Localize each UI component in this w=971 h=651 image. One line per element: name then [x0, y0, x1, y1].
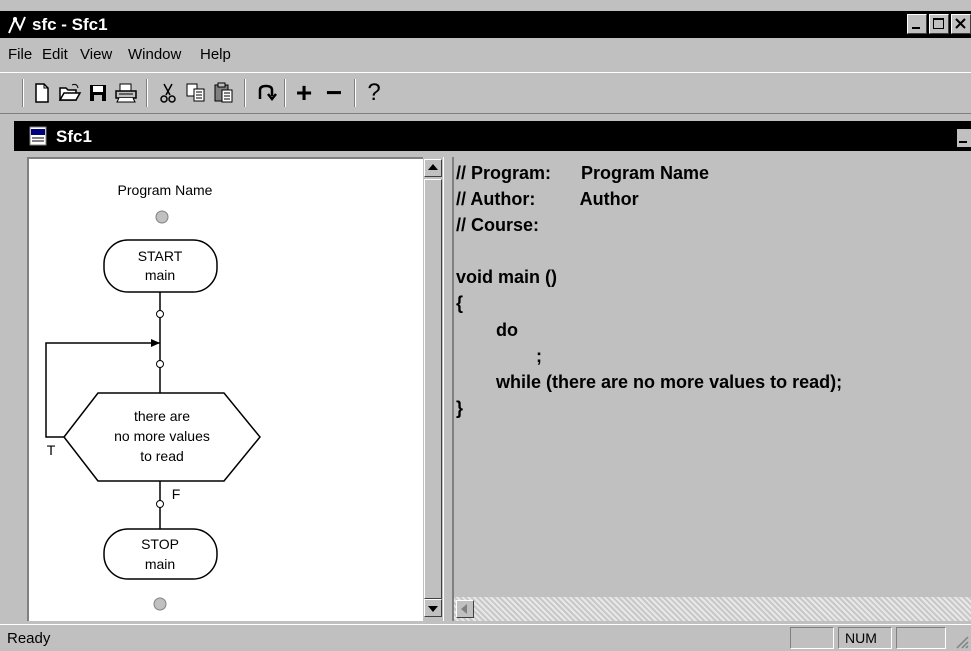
decision-line-2: no more values	[114, 428, 210, 444]
vertical-scrollbar[interactable]	[423, 157, 443, 621]
new-button[interactable]	[28, 79, 56, 107]
status-text: Ready	[7, 630, 51, 647]
code-line: // Course:	[456, 215, 540, 235]
app-title-bar[interactable]: sfc - Sfc1	[0, 11, 971, 38]
child-minimize-button[interactable]	[957, 129, 971, 147]
toolbar: + − ?	[0, 72, 971, 114]
menu-view[interactable]: View	[80, 46, 112, 63]
print-icon	[115, 83, 137, 103]
scroll-down-button[interactable]	[424, 599, 442, 617]
minimize-icon	[959, 141, 967, 143]
save-button[interactable]	[84, 79, 112, 107]
add-button[interactable]: +	[290, 77, 318, 108]
close-icon	[955, 18, 966, 29]
entry-connector	[155, 210, 169, 224]
toolbar-separator	[146, 79, 148, 107]
true-label: T	[47, 442, 56, 458]
pane-splitter[interactable]	[443, 157, 454, 621]
print-button[interactable]	[112, 79, 140, 107]
minimize-button[interactable]	[907, 14, 927, 34]
loop-arrow	[151, 339, 160, 347]
menu-window[interactable]: Window	[128, 46, 181, 63]
decision-line-1: there are	[134, 408, 190, 424]
code-line: ;	[456, 346, 543, 366]
status-panel-num: NUM	[838, 627, 892, 649]
arrow-down-icon	[428, 606, 438, 612]
code-line: }	[456, 398, 464, 418]
horizontal-scrollbar[interactable]	[454, 597, 971, 621]
exit-connector	[153, 597, 167, 611]
arrow-left-icon	[461, 604, 467, 614]
child-title-bar[interactable]: Sfc1	[14, 121, 971, 151]
stop-label: STOP	[141, 536, 179, 552]
menu-edit[interactable]: Edit	[42, 46, 68, 63]
flow-node[interactable]	[156, 500, 164, 508]
flow-node[interactable]	[156, 360, 164, 368]
cut-button[interactable]	[154, 79, 182, 107]
toolbar-separator	[244, 79, 246, 107]
maximize-icon	[933, 18, 944, 29]
scroll-left-button[interactable]	[456, 600, 474, 618]
paste-icon	[214, 82, 233, 103]
scroll-thumb[interactable]	[424, 179, 442, 599]
menu-bar: File Edit View Window Help	[0, 42, 971, 68]
cut-icon	[160, 83, 176, 103]
open-icon	[58, 83, 82, 101]
open-button[interactable]	[56, 79, 84, 107]
toolbar-separator	[354, 79, 356, 107]
help-button[interactable]: ?	[360, 79, 388, 107]
app-icon	[8, 16, 26, 34]
remove-button[interactable]: −	[320, 77, 348, 108]
flowchart-pane[interactable]: Program Name START main there are no mor…	[27, 157, 423, 621]
start-label: START	[138, 248, 183, 264]
stop-sublabel: main	[145, 556, 175, 572]
status-panel-caps	[790, 627, 834, 649]
copy-button[interactable]	[182, 79, 210, 107]
status-panel-scroll	[896, 627, 946, 649]
child-title: Sfc1	[56, 127, 92, 146]
menu-file[interactable]: File	[8, 46, 32, 63]
copy-icon	[186, 83, 205, 102]
code-line: // Author: Author	[456, 189, 639, 209]
maximize-button[interactable]	[929, 14, 949, 34]
minimize-icon	[912, 27, 920, 29]
scroll-up-button[interactable]	[424, 159, 442, 177]
code-line: do	[456, 320, 518, 340]
menu-help[interactable]: Help	[200, 46, 231, 63]
code-line: void main ()	[456, 267, 558, 287]
app-title: sfc - Sfc1	[32, 15, 108, 34]
flowchart-canvas: Program Name START main there are no mor…	[45, 182, 261, 611]
arrow-up-icon	[428, 164, 438, 170]
undo-button[interactable]	[252, 79, 280, 107]
flow-node[interactable]	[156, 310, 164, 318]
status-bar: Ready NUM	[0, 624, 971, 651]
new-icon	[35, 83, 49, 103]
code-line: // Program: Program Name	[456, 163, 710, 183]
code-pane[interactable]: // Program: Program Name // Author: Auth…	[454, 157, 971, 597]
start-sublabel: main	[145, 267, 175, 283]
undo-icon	[258, 84, 277, 102]
false-label: F	[172, 486, 181, 502]
paste-button[interactable]	[210, 79, 238, 107]
resize-grip-icon[interactable]	[953, 633, 969, 649]
close-button[interactable]	[951, 14, 971, 34]
save-icon	[90, 85, 106, 101]
toolbar-separator	[284, 79, 286, 107]
document-icon	[29, 126, 47, 146]
code-line: {	[456, 293, 464, 313]
flowchart-program-name: Program Name	[118, 182, 213, 198]
code-line: while (there are no more values to read)…	[456, 372, 843, 392]
toolbar-separator	[22, 79, 24, 107]
decision-line-3: to read	[140, 448, 184, 464]
